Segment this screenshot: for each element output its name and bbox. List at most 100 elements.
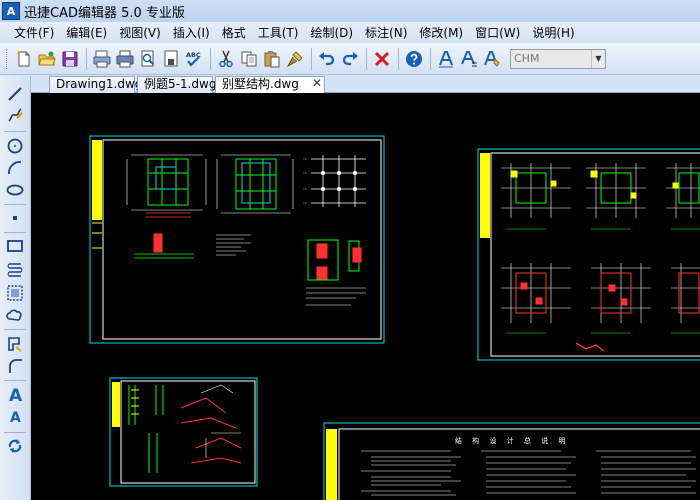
page-setup-button[interactable]	[160, 48, 182, 70]
toolbar-separator	[4, 380, 26, 381]
tab-drawing1[interactable]: Drawing1.dwg	[49, 76, 142, 93]
app-logo-icon: A	[2, 2, 20, 20]
title-block	[480, 153, 490, 238]
drawing-svg: 结 构 设 计 总 说 明	[89, 135, 700, 500]
copy-button[interactable]	[238, 48, 260, 70]
menu-tools[interactable]: 工具(T)	[258, 24, 299, 41]
toolbar-separator	[430, 47, 431, 70]
text-small-tool-label: A	[10, 410, 21, 425]
match-properties-icon	[286, 50, 303, 67]
fillet-icon	[9, 359, 22, 373]
sheet-title: 结 构 设 计 总 说 明	[455, 436, 569, 445]
help-button[interactable]	[403, 48, 425, 70]
delete-button[interactable]	[371, 48, 393, 70]
pencil-button[interactable]	[5, 106, 25, 126]
font-select[interactable]: CHM ▼	[510, 48, 606, 69]
open-button[interactable]	[36, 48, 58, 70]
tab-villa-structure-label: 别墅结构.dwg	[222, 77, 299, 91]
print-button[interactable]	[114, 48, 136, 70]
multiline-text-icon	[461, 50, 477, 66]
region-button[interactable]	[5, 283, 25, 303]
sheet-floor-plans[interactable]	[89, 135, 385, 344]
text-tool-label: A	[9, 386, 23, 403]
point-icon	[13, 216, 17, 220]
drawing-canvas[interactable]: 结 构 设 计 总 说 明	[31, 93, 700, 500]
cut-button[interactable]	[215, 48, 237, 70]
sheet-inner-frame	[120, 380, 256, 484]
menu-insert[interactable]: 插入(I)	[173, 24, 210, 41]
print-icon	[116, 50, 134, 67]
pencil-icon	[8, 108, 23, 122]
new-icon	[16, 50, 30, 66]
polygon-button[interactable]	[5, 334, 25, 354]
save-button[interactable]	[59, 48, 81, 70]
menu-help[interactable]: 说明(H)	[532, 24, 574, 41]
rectangle-icon	[7, 240, 23, 252]
undo-button[interactable]	[316, 48, 338, 70]
text-small-tool-button[interactable]: A	[5, 406, 25, 426]
title-block	[92, 140, 102, 220]
cloud-button[interactable]	[5, 305, 25, 325]
match-properties-button[interactable]	[284, 48, 306, 70]
sheet-structural-plans[interactable]	[477, 148, 700, 361]
cloud-icon	[6, 309, 22, 321]
spell-check-icon: ABC	[186, 51, 201, 67]
line-button[interactable]	[5, 84, 25, 104]
paste-icon	[264, 50, 280, 67]
circle-button[interactable]	[5, 136, 25, 156]
toolbar-grip[interactable]	[6, 48, 9, 69]
rectangle-button[interactable]	[5, 236, 25, 256]
toolbar-separator	[4, 232, 26, 233]
sheet-outer-frame	[109, 377, 258, 487]
polygon-icon	[8, 337, 22, 352]
menu-window[interactable]: 窗口(W)	[475, 24, 520, 41]
tab-villa-structure[interactable]: 别墅结构.dwg	[215, 76, 325, 94]
text-style-button[interactable]	[481, 48, 503, 70]
chevron-down-icon[interactable]: ▼	[591, 49, 605, 68]
menu-dimension[interactable]: 标注(N)	[365, 24, 407, 41]
multiline-text-button[interactable]	[458, 48, 480, 70]
text-tool-button[interactable]: A	[5, 384, 25, 404]
toolbar-separator	[4, 204, 26, 205]
redo-button[interactable]	[339, 48, 361, 70]
window-title: 迅捷CAD编辑器 5.0 专业版	[24, 5, 185, 21]
tab-close-icon[interactable]: ✕	[310, 76, 324, 92]
menu-view[interactable]: 视图(V)	[119, 24, 161, 41]
tab-example5-1[interactable]: 例题5-1.dwg	[137, 76, 216, 93]
print-preview-icon	[93, 50, 111, 67]
spell-check-button[interactable]: ABC	[183, 48, 205, 70]
menu-edit[interactable]: 编辑(E)	[66, 24, 107, 41]
toolbar-separator	[4, 432, 26, 433]
menu-modify[interactable]: 修改(M)	[419, 24, 463, 41]
menu-file[interactable]: 文件(F)	[14, 24, 54, 41]
regenerate-icon	[8, 439, 22, 453]
circle-icon	[7, 138, 23, 154]
text-button[interactable]	[435, 48, 457, 70]
arc-button[interactable]	[5, 158, 25, 178]
sheet-details[interactable]	[109, 377, 258, 487]
toolbar-separator	[398, 47, 399, 70]
ellipse-button[interactable]	[5, 180, 25, 200]
paste-button[interactable]	[261, 48, 283, 70]
toolbar-separator	[4, 329, 26, 330]
zoom-page-icon	[141, 50, 155, 66]
sheet-inner-frame	[490, 152, 700, 357]
undo-icon	[319, 51, 335, 65]
ellipse-icon	[6, 184, 24, 196]
open-icon	[38, 51, 56, 65]
regenerate-button[interactable]	[5, 436, 25, 456]
toolbar-separator	[366, 47, 367, 70]
line-icon	[8, 87, 22, 101]
redo-icon	[342, 51, 358, 65]
menu-format[interactable]: 格式	[222, 24, 246, 41]
print-preview-button[interactable]	[91, 48, 113, 70]
menu-bar: 文件(F) 编辑(E) 视图(V) 插入(I) 格式 工具(T) 绘制(D) 标…	[0, 22, 700, 42]
menu-draw[interactable]: 绘制(D)	[310, 24, 353, 41]
zoom-page-button[interactable]	[137, 48, 159, 70]
sheet-design-notes[interactable]: 结 构 设 计 总 说 明	[323, 422, 700, 500]
spring-button[interactable]	[5, 260, 25, 280]
fillet-button[interactable]	[5, 356, 25, 376]
new-button[interactable]	[13, 48, 35, 70]
point-button[interactable]	[5, 208, 25, 228]
toolbar-separator	[210, 47, 211, 70]
